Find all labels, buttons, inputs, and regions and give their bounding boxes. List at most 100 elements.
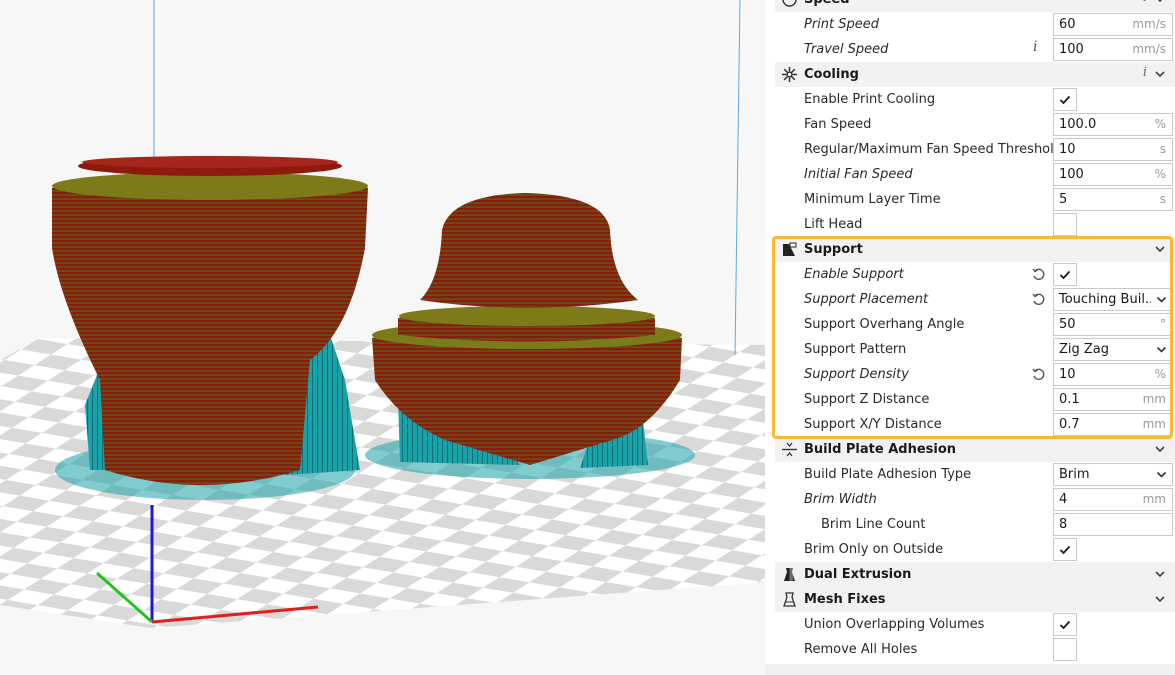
union-volumes-checkbox[interactable]	[1053, 613, 1077, 636]
setting-support-overhang-angle: Support Overhang Angle 50 °	[775, 312, 1175, 337]
info-icon[interactable]: i	[1143, 65, 1147, 80]
setting-enable-print-cooling: Enable Print Cooling	[775, 87, 1175, 112]
reset-icon[interactable]	[1031, 292, 1046, 307]
setting-fan-speed: Fan Speed 100.0 %	[775, 112, 1175, 137]
setting-support-xy-distance: Support X/Y Distance 0.7 mm	[775, 412, 1175, 437]
remove-holes-checkbox[interactable]	[1053, 638, 1077, 661]
checkmark-icon	[1059, 270, 1071, 280]
field-unit: mm/s	[1132, 17, 1166, 31]
travel-speed-input[interactable]: 100 mm/s	[1053, 38, 1173, 61]
fan-icon	[782, 67, 797, 82]
setting-label: Minimum Layer Time	[804, 192, 941, 207]
brim-width-input[interactable]: 4 mm	[1053, 488, 1173, 511]
setting-label: Lift Head	[804, 217, 863, 232]
adhesion-type-dropdown[interactable]: Brim	[1053, 463, 1173, 486]
enable-support-checkbox[interactable]	[1053, 263, 1077, 286]
brim-line-count-input[interactable]: 8	[1053, 513, 1173, 536]
build-volume-scene	[0, 0, 768, 628]
field-value: 8	[1059, 517, 1068, 532]
setting-fan-threshold: Regular/Maximum Fan Speed Threshold 10 s	[775, 137, 1175, 162]
right-object-model	[372, 193, 682, 465]
field-value: 100.0	[1059, 117, 1097, 132]
support-density-input[interactable]: 10 %	[1053, 363, 1173, 386]
support-xy-distance-input[interactable]: 0.7 mm	[1053, 413, 1173, 436]
setting-label: Support Placement	[804, 292, 929, 307]
checkmark-icon	[1059, 545, 1071, 555]
setting-label: Support Pattern	[804, 342, 907, 357]
category-speed[interactable]: Speed i	[775, 0, 1175, 12]
field-value: 10	[1059, 142, 1076, 157]
field-value: 100	[1059, 42, 1084, 57]
chevron-down-icon	[1156, 471, 1167, 478]
reset-icon[interactable]	[1031, 367, 1046, 382]
lift-head-checkbox[interactable]	[1053, 213, 1077, 236]
field-value: 0.1	[1059, 392, 1080, 407]
chevron-down-icon	[1156, 346, 1167, 353]
reset-icon[interactable]	[1031, 267, 1046, 282]
category-label: Support	[804, 242, 863, 257]
chevron-down-icon	[1156, 296, 1167, 303]
support-placement-dropdown[interactable]: Touching Buil...	[1053, 288, 1173, 311]
checkmark-icon	[1059, 620, 1071, 630]
category-label: Cooling	[804, 67, 859, 82]
category-label: Speed	[804, 0, 850, 12]
setting-support-density: Support Density 10 %	[775, 362, 1175, 387]
dual-extrusion-icon	[784, 568, 795, 581]
category-dual-extrusion[interactable]: Dual Extrusion	[775, 562, 1175, 587]
fan-speed-input[interactable]: 100.0 %	[1053, 113, 1173, 136]
setting-label: Enable Support	[804, 267, 904, 282]
field-value: 0.7	[1059, 417, 1080, 432]
adhesion-icon	[782, 442, 797, 457]
field-unit: mm/s	[1132, 42, 1166, 56]
checkmark-icon	[1059, 95, 1071, 105]
setting-union-volumes: Union Overlapping Volumes	[775, 612, 1175, 637]
field-unit: °	[1160, 317, 1166, 331]
initial-fan-speed-input[interactable]: 100 %	[1053, 163, 1173, 186]
setting-print-speed: Print Speed 60 mm/s	[775, 12, 1175, 37]
support-z-distance-input[interactable]: 0.1 mm	[1053, 388, 1173, 411]
dropdown-value: Touching Buil...	[1059, 292, 1151, 307]
setting-travel-speed: Travel Speed i 100 mm/s	[775, 37, 1175, 62]
brim-only-outside-checkbox[interactable]	[1053, 538, 1077, 561]
support-overhang-angle-input[interactable]: 50 °	[1053, 313, 1173, 336]
field-value: 100	[1059, 167, 1084, 182]
chevron-down-icon[interactable]	[1153, 567, 1167, 581]
3d-viewport[interactable]	[0, 0, 768, 675]
setting-initial-fan-speed: Initial Fan Speed 100 %	[775, 162, 1175, 187]
min-layer-time-input[interactable]: 5 s	[1053, 188, 1173, 211]
print-speed-input[interactable]: 60 mm/s	[1053, 13, 1173, 36]
chevron-down-icon[interactable]	[1153, 67, 1167, 81]
chevron-down-icon[interactable]	[1153, 442, 1167, 456]
setting-lift-head: Lift Head	[775, 212, 1175, 237]
setting-label: Brim Only on Outside	[804, 542, 944, 557]
chevron-down-icon[interactable]	[1153, 242, 1167, 256]
category-support[interactable]: Support	[775, 237, 1175, 262]
field-unit: s	[1159, 142, 1166, 156]
field-unit: %	[1154, 117, 1166, 131]
info-icon[interactable]: i	[1143, 0, 1147, 5]
field-unit: %	[1154, 367, 1166, 381]
enable-print-cooling-checkbox[interactable]	[1053, 88, 1077, 111]
info-icon[interactable]: i	[1033, 39, 1037, 55]
field-value: 50	[1059, 317, 1076, 332]
setting-label: Brim Width	[804, 492, 877, 507]
category-mesh-fixes[interactable]: Mesh Fixes	[775, 587, 1175, 612]
category-build-plate-adhesion[interactable]: Build Plate Adhesion	[775, 437, 1175, 462]
setting-label: Support X/Y Distance	[804, 417, 942, 432]
dropdown-value: Zig Zag	[1059, 342, 1110, 357]
support-pattern-dropdown[interactable]: Zig Zag	[1053, 338, 1173, 361]
fan-threshold-input[interactable]: 10 s	[1053, 138, 1173, 161]
setting-brim-only-outside: Brim Only on Outside	[775, 537, 1175, 562]
setting-label: Support Density	[804, 367, 909, 382]
print-settings-panel[interactable]: Speed i Print Speed 60 mm/s Travel Speed…	[765, 0, 1175, 675]
setting-label: Support Z Distance	[804, 392, 930, 407]
setting-label: Support Overhang Angle	[804, 317, 965, 332]
setting-min-layer-time: Minimum Layer Time 5 s	[775, 187, 1175, 212]
setting-support-z-distance: Support Z Distance 0.1 mm	[775, 387, 1175, 412]
chevron-down-icon[interactable]	[1153, 592, 1167, 606]
category-cooling[interactable]: Cooling i	[775, 62, 1175, 87]
setting-label: Brim Line Count	[821, 517, 926, 532]
setting-label: Print Speed	[804, 17, 880, 32]
chevron-down-icon[interactable]	[1153, 0, 1167, 6]
setting-label: Initial Fan Speed	[804, 167, 913, 182]
